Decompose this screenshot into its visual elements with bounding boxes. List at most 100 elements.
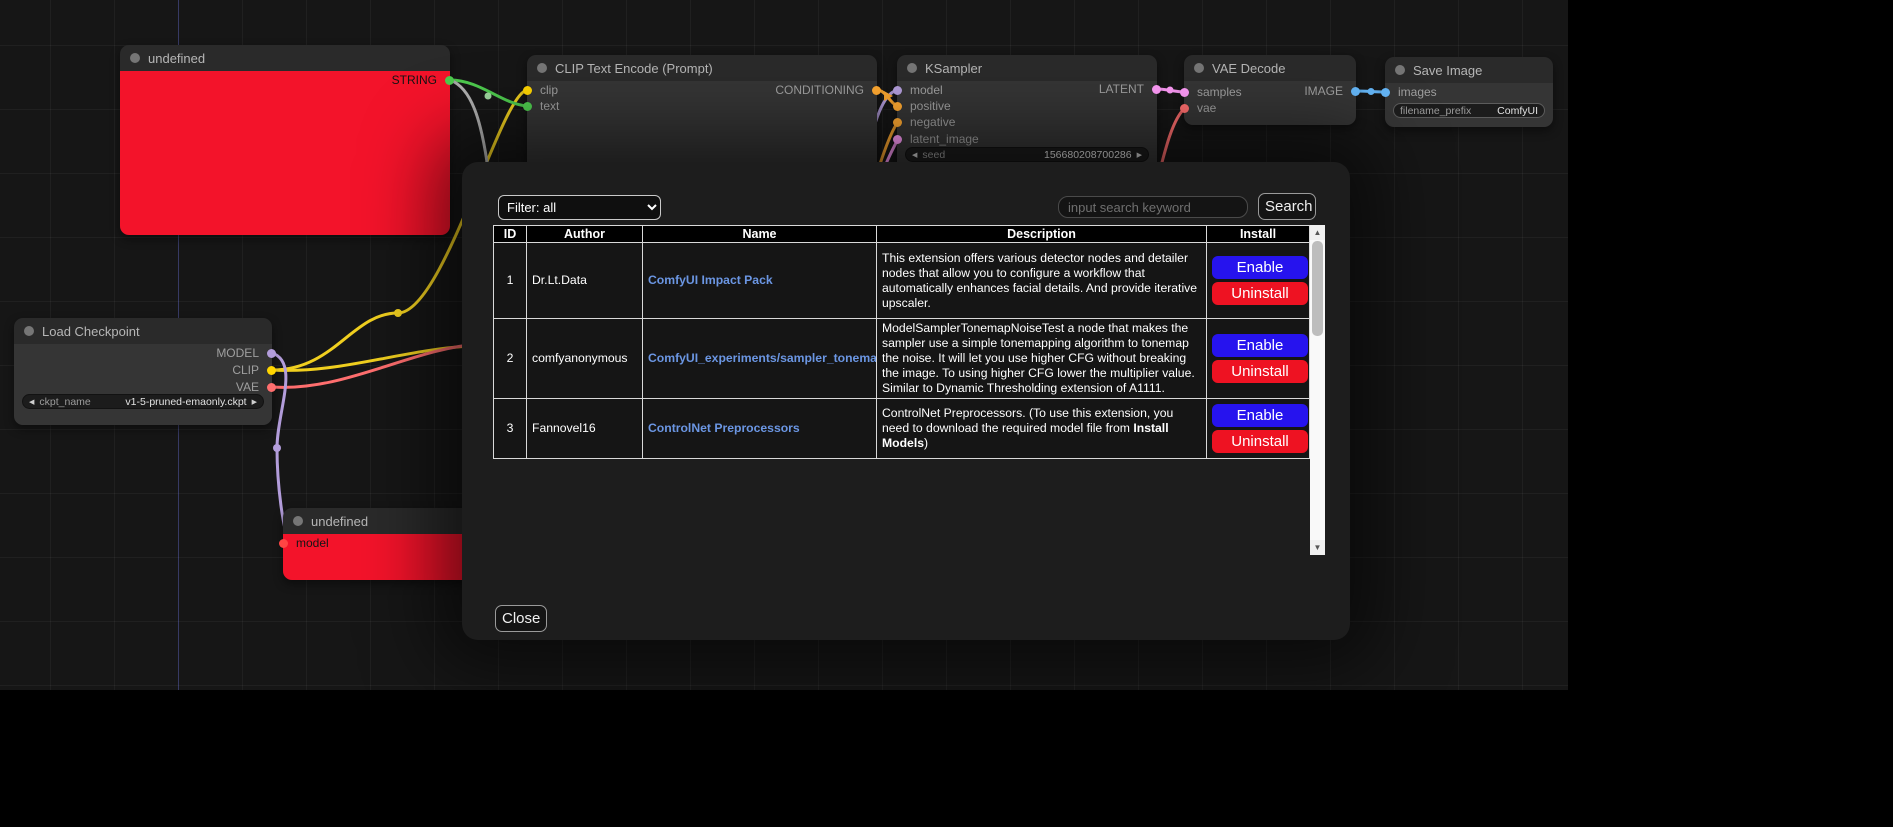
node-dot-icon[interactable] — [24, 326, 34, 336]
slot-dot-string[interactable] — [445, 76, 454, 85]
slot-dot-model[interactable] — [267, 349, 276, 358]
ckpt-name-widget[interactable]: ◀ ckpt_name v1-5-pruned-emaonly.ckpt ▶ — [22, 394, 264, 409]
input-slot-latent-image: latent_image — [897, 132, 979, 146]
input-slot-label: model — [296, 536, 329, 550]
slot-dot-latent[interactable] — [1180, 88, 1189, 97]
node-title-bar[interactable]: KSampler — [897, 55, 1157, 81]
cell-install: Enable Uninstall — [1207, 319, 1310, 399]
node-undefined-top[interactable]: undefined STRING — [120, 45, 450, 235]
decrement-icon[interactable]: ◀ — [912, 151, 917, 159]
node-save-image[interactable]: Save Image images filename_prefix ComfyU… — [1385, 57, 1553, 127]
table-header-row: ID Author Name Description Install — [494, 226, 1310, 243]
slot-dot-vae[interactable] — [1180, 104, 1189, 113]
table-row: 3 Fannovel16 ControlNet Preprocessors Co… — [494, 399, 1310, 459]
decrement-icon[interactable]: ◀ — [29, 398, 34, 406]
enable-button[interactable]: Enable — [1212, 334, 1308, 357]
output-slot-conditioning: CONDITIONING — [775, 83, 877, 97]
slot-dot-latent[interactable] — [1152, 85, 1161, 94]
node-title-bar[interactable]: CLIP Text Encode (Prompt) — [527, 55, 877, 81]
description-after-text: ) — [924, 436, 928, 450]
scroll-down-icon[interactable]: ▼ — [1310, 540, 1325, 555]
node-title-bar[interactable]: undefined — [120, 45, 450, 71]
close-button[interactable]: Close — [495, 605, 547, 632]
uninstall-button[interactable]: Uninstall — [1212, 360, 1308, 383]
increment-icon[interactable]: ▶ — [1137, 151, 1142, 159]
node-dot-icon[interactable] — [1194, 63, 1204, 73]
uninstall-button[interactable]: Uninstall — [1212, 430, 1308, 453]
cell-install: Enable Uninstall — [1207, 399, 1310, 459]
widget-label: seed — [922, 149, 945, 161]
output-slot-label: CONDITIONING — [775, 83, 864, 97]
seed-widget[interactable]: ◀ seed 156680208700286 ▶ — [905, 147, 1149, 162]
node-dot-icon[interactable] — [293, 516, 303, 526]
slot-dot-model[interactable] — [893, 86, 902, 95]
node-dot-icon[interactable] — [907, 63, 917, 73]
search-button[interactable]: Search — [1258, 193, 1316, 220]
output-slot-vae: VAE — [236, 380, 272, 394]
input-slot-text: text — [527, 99, 559, 113]
slot-dot-model[interactable] — [279, 539, 288, 548]
slot-dot-latent[interactable] — [893, 135, 902, 144]
scroll-up-icon[interactable]: ▲ — [1310, 225, 1325, 240]
slot-dot-clip[interactable] — [523, 86, 532, 95]
output-slot-label: LATENT — [1099, 82, 1144, 96]
slot-dot-conditioning[interactable] — [872, 86, 881, 95]
output-slot-model: MODEL — [216, 346, 272, 360]
node-vae-decode[interactable]: VAE Decode samples vae IMAGE — [1184, 55, 1356, 125]
slot-dot-conditioning[interactable] — [893, 102, 902, 111]
input-slot-clip: clip — [527, 83, 558, 97]
node-load-checkpoint[interactable]: Load Checkpoint MODEL CLIP VAE ◀ ckpt_na… — [14, 318, 272, 425]
description-text: This extension offers various detector n… — [882, 251, 1197, 310]
increment-icon[interactable]: ▶ — [252, 398, 257, 406]
node-title: VAE Decode — [1212, 61, 1285, 76]
input-slot-label: latent_image — [910, 132, 979, 146]
widget-value: 156680208700286 — [1044, 149, 1132, 161]
filename-prefix-widget[interactable]: filename_prefix ComfyUI — [1393, 103, 1545, 118]
output-slot-label: MODEL — [216, 346, 259, 360]
cell-id: 1 — [494, 243, 527, 319]
node-title-bar[interactable]: Save Image — [1385, 57, 1553, 83]
slot-dot-vae[interactable] — [267, 383, 276, 392]
filter-select[interactable]: Filter: all — [498, 195, 661, 220]
node-title-bar[interactable]: Load Checkpoint — [14, 318, 272, 344]
cell-id: 2 — [494, 319, 527, 399]
node-title: KSampler — [925, 61, 982, 76]
output-slot-clip: CLIP — [232, 363, 272, 377]
scrollbar-thumb[interactable] — [1312, 241, 1323, 336]
input-slot-label: vae — [1197, 101, 1216, 115]
app-window: undefined STRING CLIP Text Encode (Promp… — [0, 0, 1893, 827]
extension-link[interactable]: ComfyUI Impact Pack — [648, 273, 773, 287]
input-slot-positive: positive — [897, 99, 951, 113]
extension-link[interactable]: ComfyUI_experiments/sampler_tonemap — [648, 351, 877, 365]
node-dot-icon[interactable] — [130, 53, 140, 63]
slot-dot-text[interactable] — [523, 102, 532, 111]
output-slot-label: IMAGE — [1304, 84, 1343, 98]
node-title: undefined — [148, 51, 205, 66]
scrollbar[interactable]: ▲ ▼ — [1310, 225, 1325, 555]
link-midpoint-dot — [1368, 88, 1375, 95]
slot-dot-conditioning[interactable] — [893, 118, 902, 127]
cell-install: Enable Uninstall — [1207, 243, 1310, 319]
cell-description: ModelSamplerTonemapNoiseTest a node that… — [877, 319, 1207, 399]
extension-link[interactable]: ControlNet Preprocessors — [648, 421, 800, 435]
slot-dot-clip[interactable] — [267, 366, 276, 375]
slot-dot-image[interactable] — [1351, 87, 1360, 96]
input-slot-label: model — [910, 83, 943, 97]
uninstall-button[interactable]: Uninstall — [1212, 282, 1308, 305]
slot-dot-image[interactable] — [1381, 88, 1390, 97]
widget-label: ckpt_name — [39, 396, 90, 408]
column-header-install: Install — [1207, 226, 1310, 243]
enable-button[interactable]: Enable — [1212, 404, 1308, 427]
input-slot-label: text — [540, 99, 559, 113]
input-slot-model: model — [283, 536, 329, 550]
enable-button[interactable]: Enable — [1212, 256, 1308, 279]
extension-table: ID Author Name Description Install 1 Dr.… — [493, 225, 1310, 459]
link-midpoint-dot — [485, 93, 492, 100]
link-midpoint-dot — [1167, 87, 1174, 94]
node-dot-icon[interactable] — [537, 63, 547, 73]
node-dot-icon[interactable] — [1395, 65, 1405, 75]
node-title: undefined — [311, 514, 368, 529]
widget-value: v1-5-pruned-emaonly.ckpt — [125, 396, 246, 408]
search-input[interactable] — [1058, 196, 1248, 218]
node-title-bar[interactable]: VAE Decode — [1184, 55, 1356, 81]
